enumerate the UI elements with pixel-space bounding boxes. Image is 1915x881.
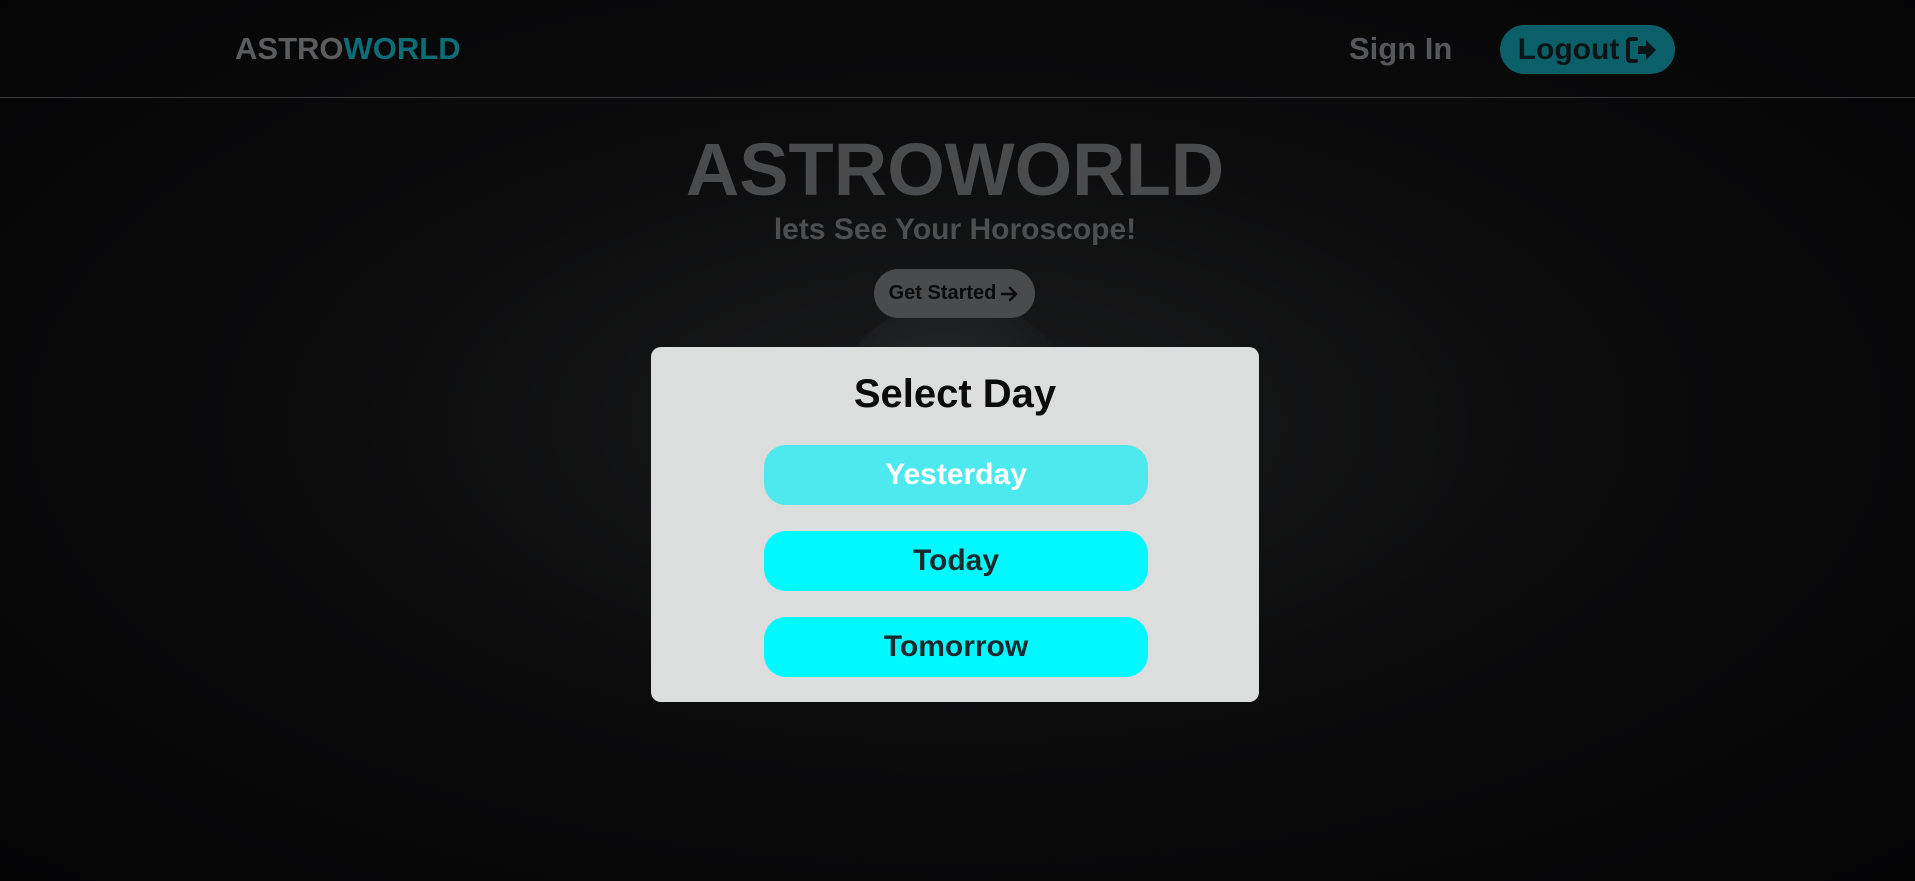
yesterday-button[interactable]: Yesterday [764, 445, 1148, 505]
page: ASTROWORLD Sign In Logout ASTROWORLD let… [0, 0, 1915, 881]
modal-title: Select Day [853, 372, 1057, 416]
select-day-modal: Select Day Yesterday Today Tomorrow [651, 347, 1259, 702]
tomorrow-button[interactable]: Tomorrow [764, 617, 1148, 677]
today-button[interactable]: Today [764, 531, 1148, 591]
